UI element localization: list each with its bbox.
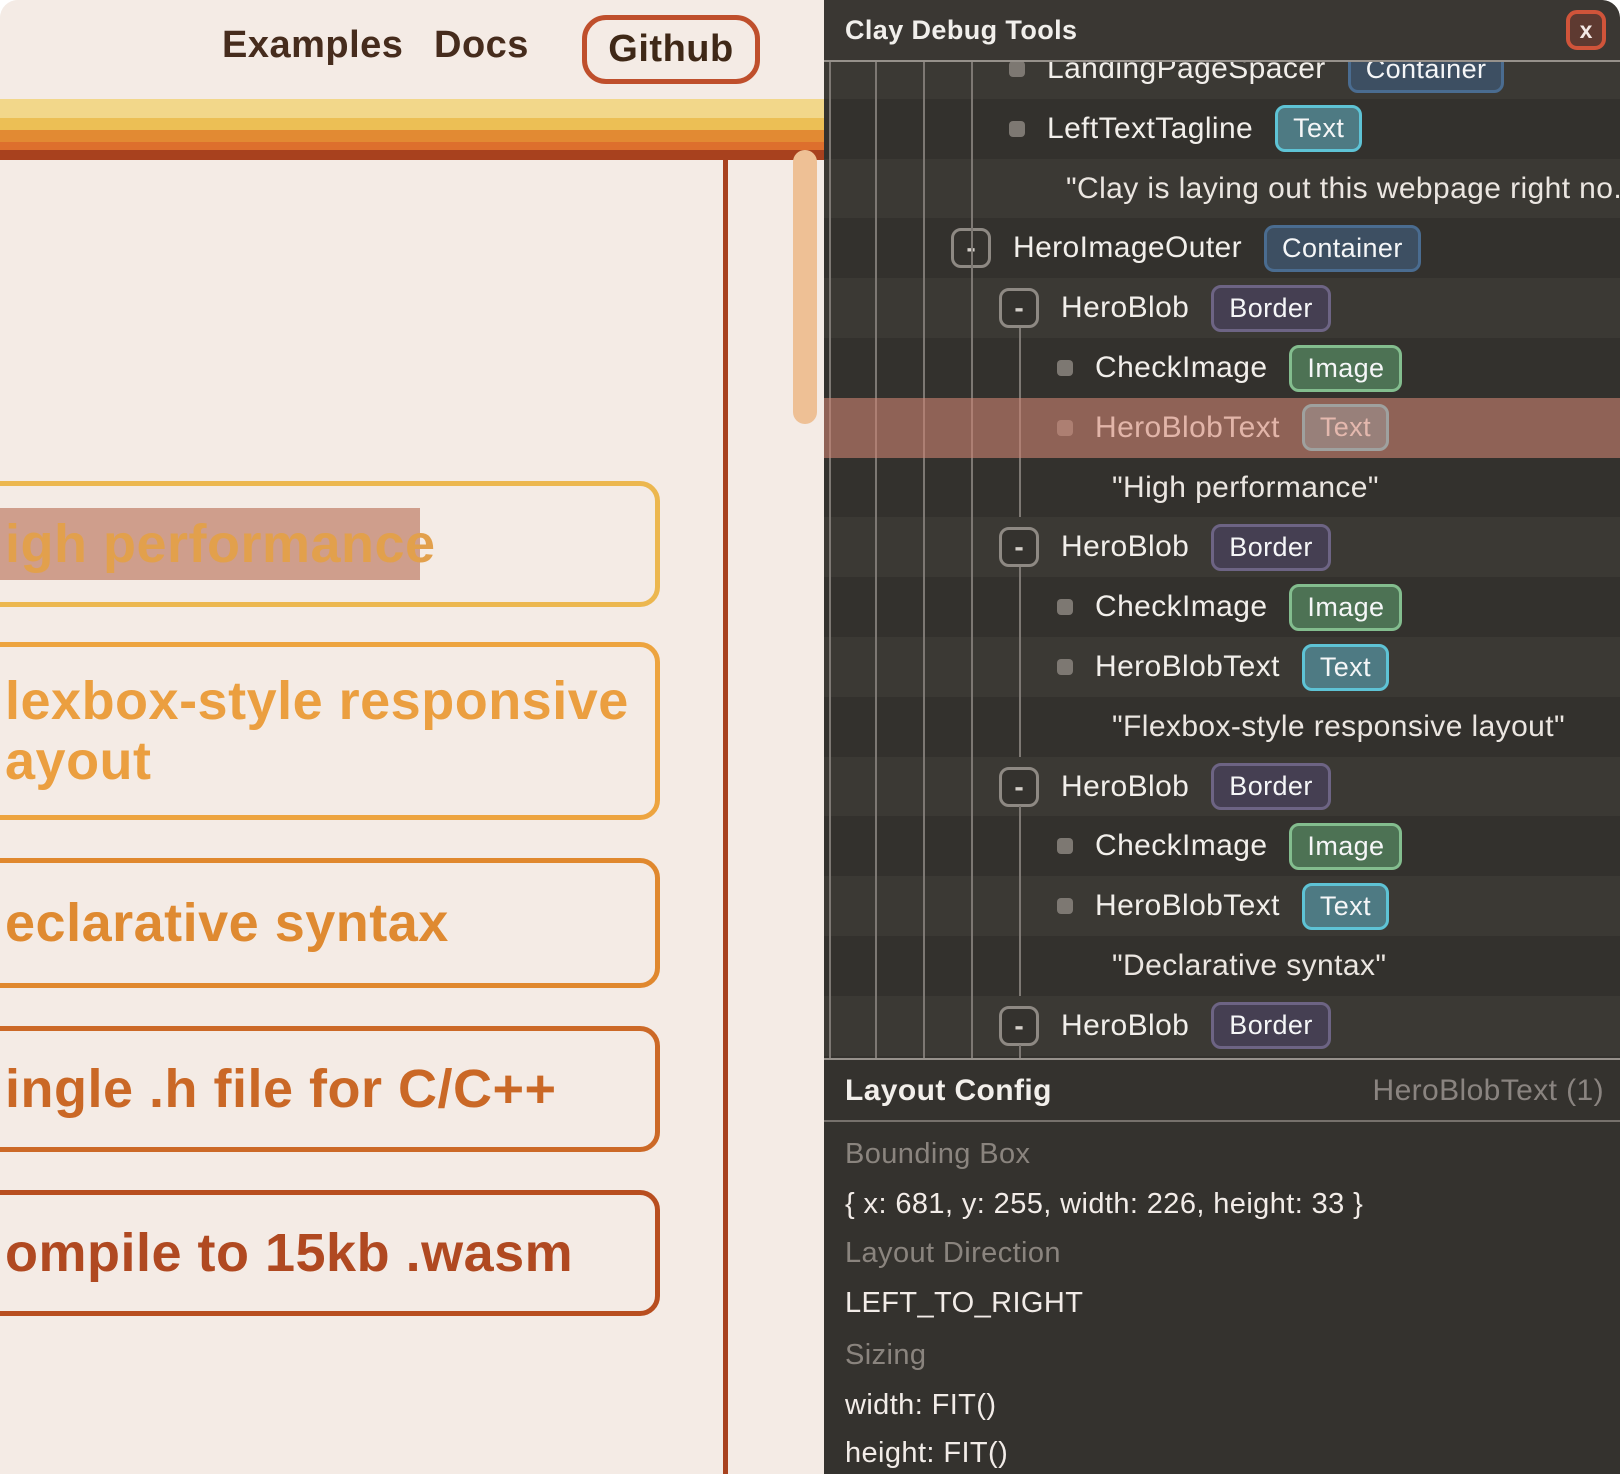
tree-element-row[interactable]: HeroBlobText Text	[824, 637, 1620, 697]
collapse-toggle[interactable]: -	[999, 527, 1039, 567]
element-name: HeroImageOuter	[1013, 231, 1242, 265]
leaf-bullet-icon	[1057, 898, 1073, 914]
element-type-badge: Border	[1211, 285, 1330, 332]
hero-feature-box: lexbox-style responsiveayout	[0, 642, 660, 820]
indent-guide-line	[1019, 567, 1021, 757]
header-divider	[824, 60, 1620, 62]
element-text-content: "Flexbox-style responsive layout"	[1112, 710, 1565, 744]
leaf-bullet-icon	[1057, 838, 1073, 854]
element-name: CheckImage	[1095, 590, 1267, 624]
clay-website-page: Examples Docs Github igh performance lexb…	[0, 0, 824, 1474]
config-field-label: Bounding Box	[845, 1138, 1030, 1171]
leaf-bullet-icon	[1057, 659, 1073, 675]
hero-feature-text: ingle .h file for C/C++	[5, 1059, 655, 1119]
element-text-content: "Clay is laying out this webpage right n…	[1066, 172, 1620, 206]
hero-feature-text: lexbox-style responsive	[5, 671, 655, 731]
tree-text-content-row: "Flexbox-style responsive layout"	[824, 697, 1620, 757]
layout-config-title: Layout Config	[845, 1074, 1052, 1108]
element-type-badge: Border	[1211, 1002, 1330, 1049]
page-column-divider	[723, 160, 728, 1474]
element-name: HeroBlob	[1061, 291, 1189, 325]
hero-feature-box: ompile to 15kb .wasm	[0, 1190, 660, 1316]
close-icon[interactable]: x	[1566, 10, 1606, 50]
element-type-badge: Text	[1302, 883, 1389, 930]
hero-feature-box: ingle .h file for C/C++	[0, 1026, 660, 1152]
element-type-badge: Image	[1289, 345, 1402, 392]
element-name: HeroBlobText	[1095, 650, 1280, 684]
hero-feature-text: ompile to 15kb .wasm	[5, 1223, 655, 1283]
tree-text-content-row: "High performance"	[824, 458, 1620, 518]
collapse-toggle[interactable]: -	[999, 767, 1039, 807]
config-field-label: Layout Direction	[845, 1237, 1061, 1270]
indent-guide-line	[875, 62, 877, 1058]
element-name: HeroBlob	[1061, 530, 1189, 564]
tree-element-row[interactable]: -HeroBlob Border	[824, 757, 1620, 817]
nav-link-docs[interactable]: Docs	[434, 24, 529, 67]
element-type-badge: Border	[1211, 763, 1330, 810]
tree-element-row[interactable]: HeroBlobText Text	[824, 876, 1620, 936]
screen: Examples Docs Github igh performance lexb…	[0, 0, 1620, 1474]
tree-element-row[interactable]: -HeroImageOuterContainer	[824, 218, 1620, 278]
element-type-badge: Container	[1264, 225, 1421, 272]
tree-text-content-row: "Clay is laying out this webpage right n…	[824, 159, 1620, 219]
config-field-value: { x: 681, y: 255, width: 226, height: 33…	[845, 1188, 1363, 1221]
hero-feature-text: eclarative syntax	[5, 893, 655, 953]
hero-feature-box: eclarative syntax	[0, 858, 660, 988]
config-divider	[824, 1120, 1620, 1122]
element-name: HeroBlobText	[1095, 889, 1280, 923]
collapse-toggle[interactable]: -	[999, 1006, 1039, 1046]
tree-element-row[interactable]: CheckImage Image	[824, 816, 1620, 876]
element-name: CheckImage	[1095, 829, 1267, 863]
selected-row-highlight	[824, 398, 1620, 458]
config-field-value: height: FIT()	[845, 1437, 1008, 1470]
tree-element-row[interactable]: LeftTextTagline Text	[824, 99, 1620, 159]
element-name: HeroBlob	[1061, 770, 1189, 804]
config-field-value: width: FIT()	[845, 1389, 996, 1422]
gradient-stripe	[0, 99, 824, 118]
debug-panel-header: Clay Debug Tools x	[824, 0, 1620, 60]
leaf-bullet-icon	[1057, 360, 1073, 376]
indent-guide-line	[1019, 806, 1021, 996]
tree-element-row[interactable]: CheckImage Image	[824, 577, 1620, 637]
nav-link-examples[interactable]: Examples	[222, 24, 403, 67]
element-type-badge: Border	[1211, 524, 1330, 571]
gradient-stripe	[0, 150, 824, 160]
debug-panel-title: Clay Debug Tools	[845, 0, 1077, 60]
gradient-stripe	[0, 130, 824, 142]
element-name: HeroBlob	[1061, 1009, 1189, 1043]
collapse-toggle[interactable]: -	[999, 288, 1039, 328]
tree-element-row[interactable]: -HeroBlob Border	[824, 996, 1620, 1056]
leaf-bullet-icon	[1009, 61, 1025, 77]
element-text-content: "High performance"	[1112, 471, 1379, 505]
hero-feature-text: igh performance	[5, 514, 655, 574]
tree-element-row[interactable]: -HeroBlob Border	[824, 278, 1620, 338]
indent-guide-line	[923, 62, 925, 1058]
github-button[interactable]: Github	[582, 15, 760, 84]
element-name: CheckImage	[1095, 351, 1267, 385]
element-type-badge: Image	[1289, 584, 1402, 631]
selected-element-label: HeroBlobText (1)	[1373, 1074, 1605, 1108]
gradient-stripe	[0, 118, 824, 130]
element-name: LeftTextTagline	[1047, 112, 1253, 146]
hero-feature-box: igh performance	[0, 481, 660, 607]
element-type-badge: Text	[1302, 644, 1389, 691]
config-field-label: Sizing	[845, 1339, 926, 1372]
hero-feature-text: ayout	[5, 731, 655, 791]
element-type-badge: Text	[1275, 105, 1362, 152]
tree-element-row[interactable]: CheckImage Image	[824, 338, 1620, 398]
gradient-stripe	[0, 142, 824, 150]
indent-guide-line	[1019, 1045, 1021, 1058]
tree-element-row[interactable]: -HeroBlob Border	[824, 517, 1620, 577]
page-scrollbar-thumb[interactable]	[793, 150, 817, 424]
config-field-value: LEFT_TO_RIGHT	[845, 1287, 1083, 1320]
indent-guide-line	[829, 62, 831, 1058]
clay-debug-panel: LandingPageSpacerContainerLeftTextTaglin…	[824, 0, 1620, 1474]
tree-text-content-row: "Declarative syntax"	[824, 936, 1620, 996]
indent-guide-line	[971, 62, 973, 1058]
leaf-bullet-icon	[1009, 121, 1025, 137]
leaf-bullet-icon	[1057, 599, 1073, 615]
element-type-badge: Image	[1289, 823, 1402, 870]
layout-config-section: Layout Config HeroBlobText (1) Bounding …	[824, 1058, 1620, 1474]
element-text-content: "Declarative syntax"	[1112, 949, 1386, 983]
